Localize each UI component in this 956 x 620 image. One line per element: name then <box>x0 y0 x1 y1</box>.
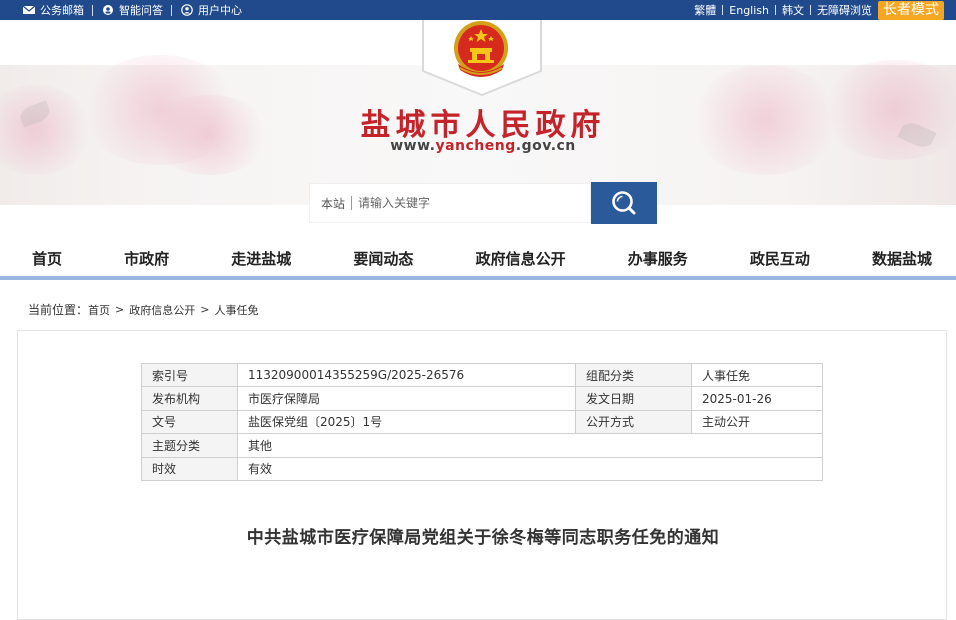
top-bar: 公务邮箱 智能问答 用户中心 繁體 English 韩文 无障碍浏览 长者模式 <box>0 0 956 20</box>
korean-link[interactable]: 韩文 <box>782 2 804 18</box>
divider <box>351 196 353 210</box>
qa-link-label: 智能问答 <box>119 4 163 17</box>
traditional-chinese-link[interactable]: 繁體 <box>694 2 716 18</box>
table-row: 发布机构 市医疗保障局 发文日期 2025-01-26 <box>141 386 823 411</box>
docno-label: 文号 <box>141 409 238 435</box>
qa-link[interactable]: 智能问答 <box>101 2 163 18</box>
publisher-label: 发布机构 <box>141 386 238 411</box>
breadcrumb-home[interactable]: 首页 <box>88 302 110 318</box>
nav-underline <box>0 276 956 280</box>
site-url-suffix: .gov.cn <box>515 138 576 154</box>
document-title: 中共盐城市医疗保障局党组关于徐冬梅等同志职务任免的通知 <box>246 528 720 548</box>
search-input[interactable] <box>358 196 569 210</box>
search-icon <box>612 191 636 215</box>
search-button[interactable] <box>591 182 657 224</box>
breadcrumb-label: 当前位置： <box>28 303 89 317</box>
user-center-link[interactable]: 用户中心 <box>180 2 242 18</box>
table-row: 时效 有效 <box>141 456 823 481</box>
table-row: 文号 盐医保党组〔2025〕1号 公开方式 主动公开 <box>141 409 823 435</box>
method-label: 公开方式 <box>575 409 692 435</box>
accessible-browsing-link[interactable]: 无障碍浏览 <box>817 2 872 18</box>
search-box: 本站 <box>309 183 591 223</box>
category-value: 人事任免 <box>691 362 823 388</box>
english-link[interactable]: English <box>729 4 769 17</box>
mail-link[interactable]: 公务邮箱 <box>22 2 84 18</box>
mail-icon <box>22 5 36 14</box>
publisher-value: 市医疗保障局 <box>237 386 576 411</box>
site-header: 盐城市人民政府 www.yancheng.gov.cn 本站 首页 市政府 走进… <box>0 20 956 278</box>
elder-mode-button[interactable]: 长者模式 <box>878 0 944 20</box>
breadcrumb: 当前位置： 首页 > 政府信息公开 > 人事任免 <box>28 301 258 318</box>
user-center-label: 用户中心 <box>198 4 242 17</box>
user-icon <box>181 4 193 16</box>
divider <box>171 4 172 16</box>
category-label: 组配分类 <box>575 362 692 388</box>
index-label: 索引号 <box>141 362 238 388</box>
top-bar-right: 繁體 English 韩文 无障碍浏览 长者模式 <box>694 0 944 20</box>
validity-label: 时效 <box>141 456 238 481</box>
site-url-domain: yancheng <box>435 138 516 154</box>
table-row: 索引号 11320900014355259G/2025-26576 组配分类 人… <box>141 362 823 388</box>
docno-value: 盐医保党组〔2025〕1号 <box>237 409 576 435</box>
chat-icon <box>103 5 113 15</box>
breadcrumb-info-disclosure[interactable]: 政府信息公开 <box>129 302 195 318</box>
table-row: 主题分类 其他 <box>141 433 823 458</box>
date-label: 发文日期 <box>575 386 692 411</box>
document-metadata-table: 索引号 11320900014355259G/2025-26576 组配分类 人… <box>141 362 823 481</box>
index-value: 11320900014355259G/2025-26576 <box>237 362 576 388</box>
breadcrumb-separator: > <box>115 303 125 316</box>
divider <box>722 5 724 15</box>
search-scope[interactable]: 本站 <box>310 195 345 212</box>
validity-value: 有效 <box>237 456 823 481</box>
breadcrumb-personnel[interactable]: 人事任免 <box>214 302 258 318</box>
divider <box>92 4 93 16</box>
site-url-prefix: www. <box>390 138 436 154</box>
top-bar-left: 公务邮箱 智能问答 用户中心 <box>22 0 242 20</box>
mail-link-label: 公务邮箱 <box>40 4 84 17</box>
date-value: 2025-01-26 <box>691 386 823 411</box>
site-url[interactable]: www.yancheng.gov.cn <box>0 138 956 154</box>
breadcrumb-separator: > <box>200 303 210 316</box>
divider <box>775 5 776 15</box>
topic-value: 其他 <box>237 433 823 458</box>
method-value: 主动公开 <box>691 409 823 435</box>
national-emblem-icon <box>454 21 508 77</box>
topic-label: 主题分类 <box>141 433 238 458</box>
divider <box>810 5 811 15</box>
